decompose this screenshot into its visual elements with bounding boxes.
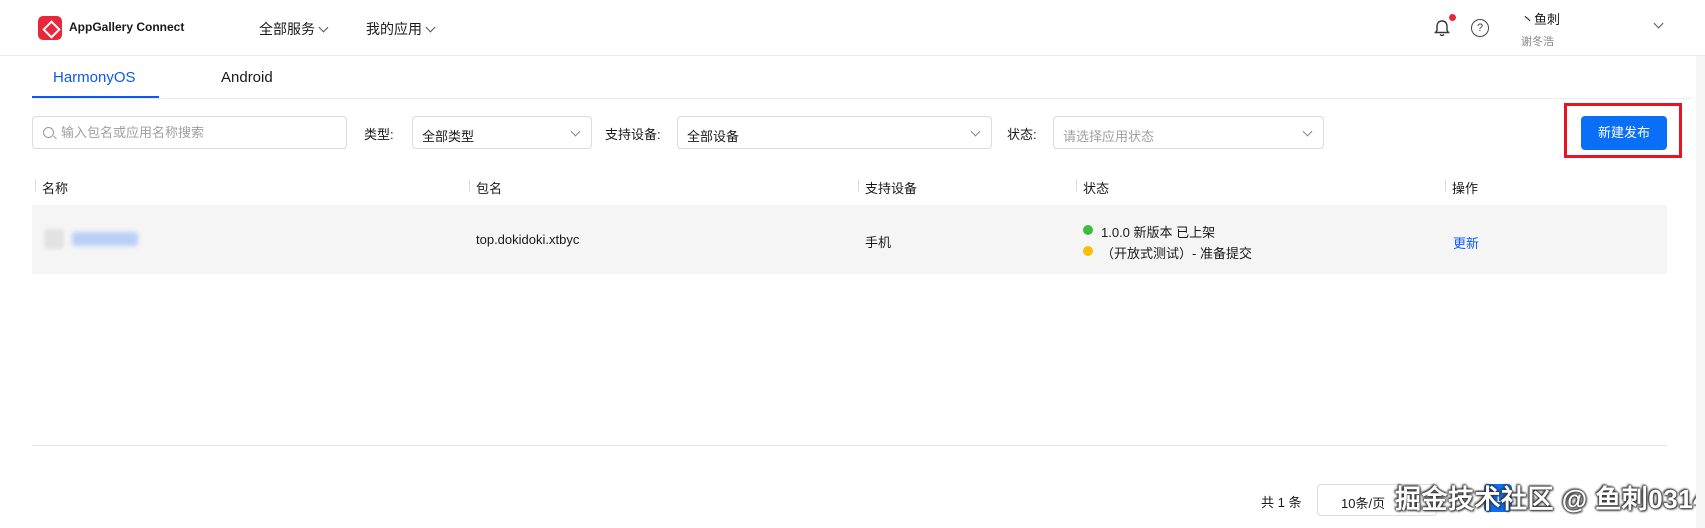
pagination-total: 共 1 条	[1261, 495, 1302, 510]
device-select[interactable]: 全部设备	[677, 116, 992, 149]
active-tab-indicator	[32, 96, 159, 98]
appgallery-logo-icon[interactable]	[38, 16, 62, 40]
device-select-value: 全部设备	[687, 129, 740, 144]
package-name: top.dokidoki.xtbyc	[476, 232, 580, 247]
brand-name: AppGallery Connect	[69, 20, 185, 34]
top-bar: AppGallery Connect 全部服务 我的应用 ? 丶鱼刺 谢冬浩	[0, 0, 1705, 56]
type-select[interactable]: 全部类型	[412, 116, 592, 149]
status-line-testing: （开放式测试）- 准备提交	[1101, 246, 1252, 261]
chevron-down-icon	[425, 22, 436, 32]
column-separator	[1445, 179, 1446, 192]
chevron-down-icon	[1302, 126, 1313, 137]
column-separator	[858, 179, 859, 192]
user-subtitle: 谢冬浩	[1521, 36, 1554, 48]
new-release-button[interactable]: 新建发布	[1581, 116, 1667, 150]
column-separator	[1076, 179, 1077, 192]
nav-my-apps[interactable]: 我的应用	[366, 19, 436, 39]
user-menu-chevron-down-icon[interactable]	[1653, 18, 1664, 29]
nav-all-services-label: 全部服务	[259, 21, 315, 37]
status-select[interactable]: 请选择应用状态	[1053, 116, 1324, 149]
notification-bell-icon[interactable]	[1432, 18, 1452, 38]
app-icon	[44, 229, 64, 249]
table-row: top.dokidoki.xtbyc 手机 1.0.0 新版本 已上架 （开放式…	[32, 205, 1667, 274]
search-icon	[43, 127, 54, 138]
status-dot-green	[1083, 225, 1093, 235]
chevron-down-icon	[318, 22, 329, 32]
watermark: 掘金技术社区 @ 鱼刺0314	[1395, 484, 1705, 514]
column-header-device: 支持设备	[865, 181, 918, 196]
column-header-name: 名称	[42, 181, 69, 196]
table-header: 名称 包名 支持设备 状态 操作	[32, 167, 1667, 204]
type-filter-label: 类型:	[364, 127, 394, 142]
tab-harmonyos[interactable]: HarmonyOS	[53, 69, 136, 86]
search-box[interactable]	[32, 116, 347, 149]
status-filter-label: 状态:	[1007, 127, 1037, 142]
table-bottom-divider	[32, 445, 1667, 446]
tab-android[interactable]: Android	[221, 69, 273, 86]
chevron-down-icon	[970, 126, 981, 137]
nav-my-apps-label: 我的应用	[366, 21, 422, 37]
update-link[interactable]: 更新	[1453, 233, 1479, 252]
platform-tabs: HarmonyOS Android	[32, 57, 1692, 99]
column-header-status: 状态	[1083, 181, 1110, 196]
column-header-package: 包名	[476, 181, 503, 196]
app-name-link[interactable]	[72, 232, 138, 246]
column-separator	[469, 179, 470, 192]
page-scrollbar[interactable]	[1696, 56, 1705, 528]
nav-all-services[interactable]: 全部服务	[259, 19, 329, 39]
status-line-released: 1.0.0 新版本 已上架	[1101, 225, 1216, 240]
status-select-placeholder: 请选择应用状态	[1063, 129, 1155, 144]
user-name[interactable]: 丶鱼刺	[1521, 9, 1560, 28]
notification-badge	[1449, 14, 1456, 21]
search-input[interactable]	[61, 117, 341, 148]
help-icon[interactable]: ?	[1471, 19, 1489, 37]
chevron-down-icon	[570, 126, 581, 137]
status-dot-yellow	[1083, 246, 1093, 256]
supported-device: 手机	[865, 235, 892, 250]
column-separator	[35, 179, 36, 192]
column-header-action: 操作	[1452, 181, 1479, 196]
device-filter-label: 支持设备:	[605, 127, 661, 142]
type-select-value: 全部类型	[422, 129, 475, 144]
page-size-value: 10条/页	[1341, 496, 1386, 511]
